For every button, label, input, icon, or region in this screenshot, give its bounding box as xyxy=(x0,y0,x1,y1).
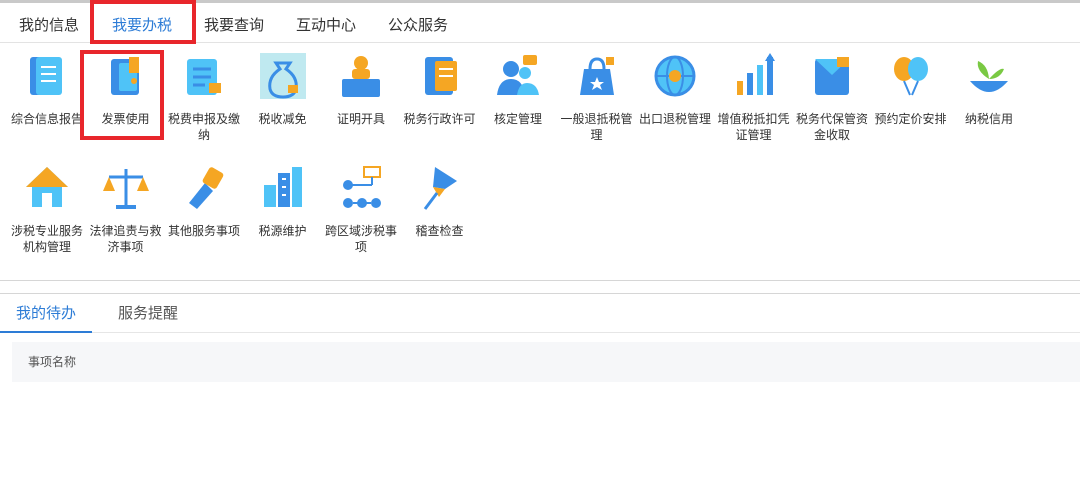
service-item-label: 证明开具 xyxy=(336,112,385,126)
service-item-label: 纳税信用 xyxy=(964,112,1013,126)
report-book-icon xyxy=(30,57,62,95)
users-approve-icon xyxy=(497,55,539,95)
tab-query[interactable]: 我要查询 xyxy=(204,8,264,42)
tab-my-todo[interactable]: 我的待办 xyxy=(0,294,93,333)
service-item-label: 税务行政许可 xyxy=(403,112,476,126)
tab-public-service[interactable]: 公众服务 xyxy=(388,8,448,42)
column-header-item-name: 事项名称 xyxy=(28,355,77,369)
service-item-label: 税务代保管资金收取 xyxy=(795,112,868,142)
service-item[interactable]: 涉税专业服务机构管理 xyxy=(8,163,86,255)
service-panel: 综合信息报告 发票使用 税费申报及缴纳 税收减免 证明开具 税务行政许可 核定管理 一般退抵税… xyxy=(0,43,1080,281)
flowchart-icon xyxy=(343,166,381,208)
tab-interaction-center[interactable]: 互动中心 xyxy=(296,8,356,42)
service-item[interactable]: 税收减免 xyxy=(244,51,322,127)
tax-refund-bag-icon xyxy=(579,57,614,95)
service-item[interactable]: 法律追责与救济事项 xyxy=(87,163,165,255)
service-item[interactable]: 增值税抵扣凭证管理 xyxy=(715,51,793,143)
service-item-label: 预约定价安排 xyxy=(874,112,947,126)
buildings-icon xyxy=(263,167,302,207)
main-tabs: 我的信息 我要办税 我要查询 互动中心 公众服务 xyxy=(0,8,1080,43)
service-item[interactable]: 其他服务事项 xyxy=(165,163,243,239)
service-item[interactable]: 纳税信用 xyxy=(950,51,1028,127)
service-item-label: 综合信息报告 xyxy=(10,112,83,126)
service-item[interactable]: 税源维护 xyxy=(244,163,322,239)
scales-icon xyxy=(102,169,149,209)
service-icon-grid: 综合信息报告 发票使用 税费申报及缴纳 税收减免 证明开具 税务行政许可 核定管理 一般退抵税… xyxy=(0,43,1080,281)
service-item[interactable]: 稽查检查 xyxy=(401,163,479,239)
service-item[interactable]: 综合信息报告 xyxy=(8,51,86,127)
service-item[interactable]: 一般退抵税管理 xyxy=(558,51,636,143)
invoice-icon xyxy=(110,57,139,95)
service-item-label: 发票使用 xyxy=(101,112,150,126)
service-item-label: 出口退税管理 xyxy=(638,112,711,126)
service-item-label: 法律追责与救济事项 xyxy=(89,224,162,254)
service-item[interactable]: 税务代保管资金收取 xyxy=(793,51,871,143)
top-border xyxy=(0,0,1080,3)
service-item-label: 核定管理 xyxy=(493,112,542,126)
service-item-label: 税费申报及缴纳 xyxy=(167,112,240,142)
service-item[interactable]: 税费申报及缴纳 xyxy=(165,51,243,143)
tab-my-info[interactable]: 我的信息 xyxy=(19,8,79,42)
todo-panel: 我的待办 服务提醒 事项名称 xyxy=(0,293,1080,499)
sprout-icon xyxy=(970,61,1008,92)
certificate-desk-icon xyxy=(342,56,380,97)
tax-reduction-bag-icon xyxy=(259,53,306,99)
pushpin-icon xyxy=(423,167,457,210)
globe-icon xyxy=(654,55,696,97)
service-item-label: 税源维护 xyxy=(258,224,307,238)
service-item[interactable]: 发票使用 xyxy=(87,51,165,127)
house-tools-icon xyxy=(26,167,68,207)
vat-growth-chart-icon xyxy=(736,53,775,95)
tab-service-reminder[interactable]: 服务提醒 xyxy=(118,294,178,332)
service-item-label: 其他服务事项 xyxy=(167,224,240,238)
todo-tabs: 我的待办 服务提醒 xyxy=(0,294,1080,333)
service-item-label: 一般退抵税管理 xyxy=(560,112,633,142)
service-item[interactable]: 税务行政许可 xyxy=(401,51,479,127)
service-item-label: 跨区域涉税事项 xyxy=(324,224,397,254)
service-item-label: 涉税专业服务机构管理 xyxy=(10,224,83,254)
service-item[interactable]: 证明开具 xyxy=(322,51,400,127)
table-header: 事项名称 xyxy=(12,342,1080,382)
service-item[interactable]: 出口退税管理 xyxy=(636,51,714,127)
tab-tax-handling[interactable]: 我要办税 xyxy=(105,8,179,43)
tax-declare-icon xyxy=(187,59,221,95)
balloons-icon xyxy=(893,57,928,96)
deposit-envelope-icon xyxy=(815,57,849,95)
service-item-label: 增值税抵扣凭证管理 xyxy=(717,112,790,142)
service-item[interactable]: 跨区域涉税事项 xyxy=(322,163,400,255)
service-item-label: 稽查检查 xyxy=(415,224,464,238)
notebook-icon xyxy=(424,57,457,95)
hand-tool-icon xyxy=(189,167,224,209)
service-item[interactable]: 预约定价安排 xyxy=(872,51,950,127)
service-item[interactable]: 核定管理 xyxy=(479,51,557,127)
service-item-label: 税收减免 xyxy=(258,112,307,126)
